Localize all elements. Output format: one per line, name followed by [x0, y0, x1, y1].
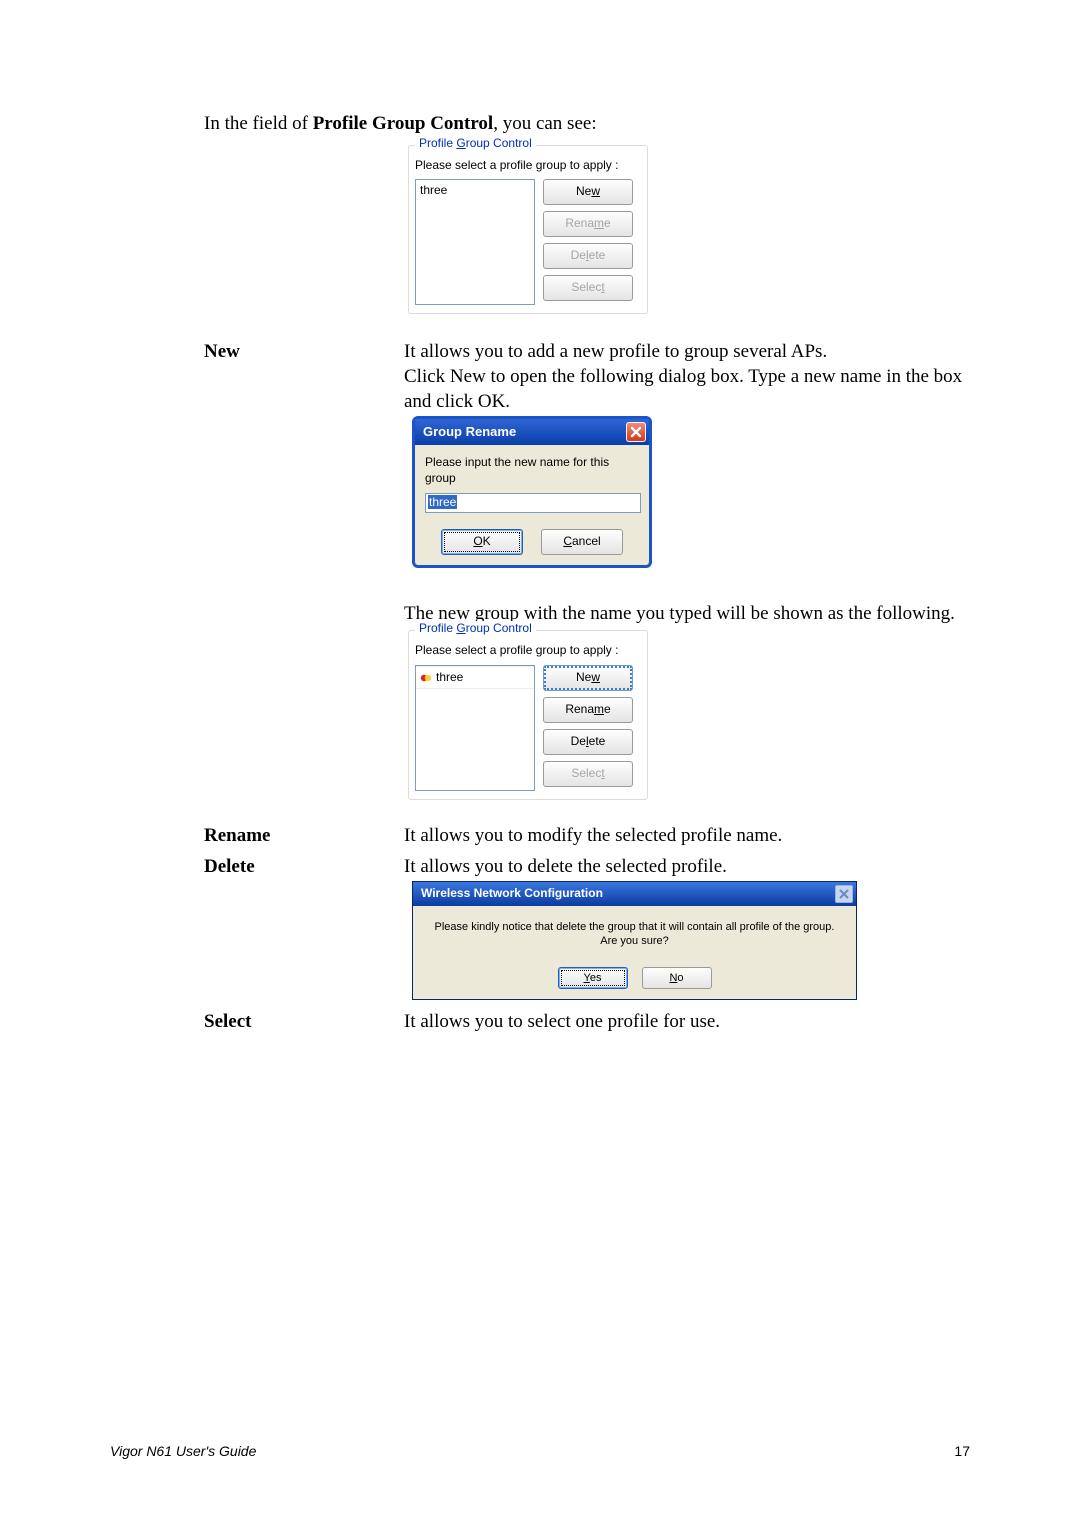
panel-sublabel: Please select a profile group to apply :	[415, 643, 641, 659]
desc-delete: It allows you to delete the selected pro…	[404, 855, 970, 1000]
group-name-input[interactable]: three	[425, 493, 641, 513]
dialog-title: Group Rename	[423, 424, 516, 441]
list-item[interactable]: three	[416, 180, 534, 202]
close-icon	[839, 889, 849, 899]
term-rename: Rename	[204, 824, 404, 849]
desc-new: It allows you to add a new profile to gr…	[404, 340, 970, 800]
dialog-title: Wireless Network Configuration	[421, 886, 603, 902]
term-delete: Delete	[204, 855, 404, 1000]
footer-guide: Vigor N61 User's Guide	[110, 1442, 256, 1460]
close-button[interactable]	[835, 885, 853, 903]
close-button[interactable]	[626, 422, 646, 442]
dialog-prompt: Please input the new name for this group	[425, 455, 639, 486]
desc-select: It allows you to select one profile for …	[404, 1010, 970, 1035]
profile-group-list[interactable]: three	[415, 665, 535, 791]
panel-sublabel: Please select a profile group to apply :	[415, 158, 641, 174]
term-select: Select	[204, 1010, 404, 1035]
select-button[interactable]: Select	[543, 761, 633, 787]
profile-group-list[interactable]: three	[415, 179, 535, 305]
no-button[interactable]: No	[642, 967, 712, 989]
new-button[interactable]: New	[543, 665, 633, 691]
term-new: New	[204, 340, 404, 800]
delete-confirm-dialog: Wireless Network Configuration Please ki…	[412, 881, 857, 1000]
list-item[interactable]: three	[416, 666, 534, 690]
cancel-button[interactable]: Cancel	[541, 529, 623, 555]
intro-text: In the field of Profile Group Control, y…	[204, 112, 970, 137]
new-button[interactable]: New	[543, 179, 633, 205]
rename-button[interactable]: Rename	[543, 697, 633, 723]
group-rename-dialog: Group Rename Please input the new name f…	[412, 416, 652, 567]
rename-button[interactable]: Rename	[543, 211, 633, 237]
delete-button[interactable]: Delete	[543, 729, 633, 755]
ok-button[interactable]: OK	[441, 529, 523, 555]
delete-button[interactable]: Delete	[543, 243, 633, 269]
yes-button[interactable]: Yes	[558, 967, 628, 989]
dialog-message: Please kindly notice that delete the gro…	[413, 906, 856, 959]
profile-group-control-panel-2: Profile Group Control Please select a pr…	[408, 630, 648, 800]
close-icon	[630, 426, 642, 438]
group-icon	[420, 672, 432, 684]
panel-legend: Profile Group Control	[415, 621, 536, 637]
desc-rename: It allows you to modify the selected pro…	[404, 824, 970, 849]
page-number: 17	[954, 1442, 970, 1460]
panel-legend: Profile Group Control	[415, 136, 536, 152]
select-button[interactable]: Select	[543, 275, 633, 301]
profile-group-control-panel-1: Profile Group Control Please select a pr…	[408, 145, 648, 315]
